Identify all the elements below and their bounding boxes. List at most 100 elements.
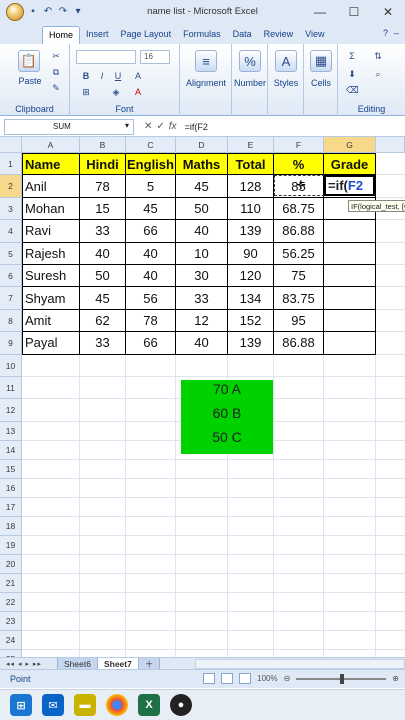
copy-icon[interactable]: ⧉ xyxy=(50,66,62,78)
table-cell[interactable]: Anil xyxy=(22,175,80,198)
row-header-10[interactable]: 10 xyxy=(0,354,22,377)
table-cell[interactable]: 95 xyxy=(274,309,324,333)
format-painter-icon[interactable]: ✎ xyxy=(50,82,62,94)
folder-icon[interactable]: ▬ xyxy=(74,694,96,716)
number-button-label[interactable]: Number xyxy=(232,78,268,88)
table-cell[interactable]: 33 xyxy=(80,220,126,243)
row-header-21[interactable]: 21 xyxy=(0,573,22,593)
column-header-d[interactable]: D xyxy=(176,137,228,153)
row-header-19[interactable]: 19 xyxy=(0,535,22,555)
start-icon[interactable]: ⊞ xyxy=(10,694,32,716)
table-cell[interactable] xyxy=(324,242,376,265)
customize-qat-icon[interactable]: ▾ xyxy=(72,6,84,18)
insert-function-button[interactable]: fx xyxy=(169,121,177,132)
row-header-13[interactable]: 13 xyxy=(0,421,22,441)
table-header-cell[interactable]: Hindi xyxy=(80,153,126,176)
table-cell[interactable]: 40 xyxy=(176,332,228,355)
paste-icon[interactable]: 📋 xyxy=(18,50,40,72)
styles-button-label[interactable]: Styles xyxy=(268,78,304,88)
borders-icon[interactable]: ⊞ xyxy=(80,86,92,98)
table-cell[interactable] xyxy=(324,332,376,355)
office-button[interactable] xyxy=(6,3,24,21)
table-cell[interactable]: 45 xyxy=(126,197,176,221)
row-header-1[interactable]: 1 xyxy=(0,153,22,176)
help-icon[interactable]: ? xyxy=(383,28,388,38)
tab-data[interactable]: Data xyxy=(227,26,258,44)
table-cell[interactable]: 40 xyxy=(126,242,176,265)
table-cell[interactable]: 12 xyxy=(176,309,228,333)
cells-icon[interactable]: ▦ xyxy=(310,50,332,72)
page-layout-view-button[interactable] xyxy=(221,673,234,684)
table-cell[interactable] xyxy=(324,287,376,310)
table-cell[interactable]: 45 xyxy=(176,175,228,198)
row-header-8[interactable]: 8 xyxy=(0,309,22,333)
recorder-icon[interactable]: ● xyxy=(170,694,192,716)
undo-icon[interactable]: ↶ xyxy=(42,6,54,18)
table-cell[interactable]: Payal xyxy=(22,332,80,355)
paste-button-label[interactable]: Paste xyxy=(10,76,50,86)
column-header-e[interactable]: E xyxy=(228,137,274,153)
table-cell[interactable] xyxy=(324,265,376,288)
select-all-corner[interactable] xyxy=(0,137,22,153)
zoom-in-icon[interactable]: ⊕ xyxy=(392,674,399,683)
underline-button[interactable]: U xyxy=(112,70,124,82)
fill-color-icon[interactable]: ◈ xyxy=(110,86,122,98)
tab-home[interactable]: Home xyxy=(42,26,81,44)
table-header-cell[interactable]: Name xyxy=(22,153,80,176)
table-cell[interactable]: 66 xyxy=(126,332,176,355)
column-header-b[interactable]: B xyxy=(80,137,126,153)
number-format-icon[interactable]: % xyxy=(239,50,261,72)
name-box[interactable]: SUM ▾ xyxy=(4,118,134,135)
font-color-icon[interactable]: A xyxy=(132,86,144,98)
table-cell[interactable]: 40 xyxy=(80,242,126,265)
table-cell[interactable]: 33 xyxy=(80,332,126,355)
column-header-c[interactable]: C xyxy=(126,137,176,153)
row-header-24[interactable]: 24 xyxy=(0,630,22,650)
table-cell[interactable]: 5 xyxy=(126,175,176,198)
insert-sheet-icon[interactable]: ＋ xyxy=(137,657,161,670)
mail-icon[interactable]: ✉ xyxy=(42,694,64,716)
sheet-tab-sheet6[interactable]: Sheet6 xyxy=(57,657,98,670)
row-header-25[interactable]: 25 xyxy=(0,649,22,657)
tab-formulas[interactable]: Formulas xyxy=(177,26,227,44)
page-break-view-button[interactable] xyxy=(239,673,252,684)
table-cell[interactable]: 40 xyxy=(126,265,176,288)
zoom-level[interactable]: 100% xyxy=(257,674,277,683)
ribbon-minimize-icon[interactable]: – xyxy=(394,28,399,38)
worksheet-grid[interactable]: A B C D E F G 1 2 3 4 5 6 7 8 9 10 11 12 13 14 15 16 17 18 19 20 21… xyxy=(0,137,405,657)
table-cell[interactable]: 68.75 xyxy=(274,197,324,221)
table-header-cell[interactable]: Total xyxy=(228,153,274,176)
alignment-button-label[interactable]: Alignment xyxy=(180,78,232,88)
row-header-23[interactable]: 23 xyxy=(0,611,22,631)
table-cell[interactable]: 10 xyxy=(176,242,228,265)
grow-font-icon[interactable]: A xyxy=(132,70,144,82)
horizontal-scrollbar[interactable] xyxy=(195,659,405,669)
sheet-navigation-arrows[interactable]: ◂◂ ◂ ▸ ▸▸ xyxy=(0,660,58,668)
chrome-icon[interactable] xyxy=(106,694,128,716)
table-cell[interactable]: 83.75 xyxy=(274,287,324,310)
sort-filter-icon[interactable]: ⇅ xyxy=(372,50,384,62)
table-cell[interactable]: 30 xyxy=(176,265,228,288)
normal-view-button[interactable] xyxy=(203,673,216,684)
row-header-3[interactable]: 3 xyxy=(0,197,22,221)
table-cell[interactable]: 33 xyxy=(176,287,228,310)
save-icon[interactable]: ▪ xyxy=(27,6,39,18)
name-box-dropdown-icon[interactable]: ▾ xyxy=(125,121,129,130)
maximize-button[interactable]: ☐ xyxy=(337,0,371,24)
row-header-17[interactable]: 17 xyxy=(0,497,22,517)
alignment-icon[interactable]: ≡ xyxy=(195,50,217,72)
row-header-4[interactable]: 4 xyxy=(0,220,22,243)
table-cell[interactable]: Mohan xyxy=(22,197,80,221)
cancel-formula-button[interactable]: ✕ xyxy=(144,121,152,132)
table-cell[interactable]: 120 xyxy=(228,265,274,288)
table-cell[interactable]: 40 xyxy=(176,220,228,243)
row-header-20[interactable]: 20 xyxy=(0,554,22,574)
table-header-cell[interactable]: Grade xyxy=(324,153,376,176)
table-cell[interactable]: 50 xyxy=(80,265,126,288)
table-cell[interactable]: 139 xyxy=(228,220,274,243)
table-cell[interactable]: 86.88 xyxy=(274,332,324,355)
column-header-a[interactable]: A xyxy=(22,137,80,153)
active-cell-editor[interactable]: =if(F2 xyxy=(324,175,375,197)
table-cell[interactable]: Rajesh xyxy=(22,242,80,265)
table-cell[interactable]: 45 xyxy=(80,287,126,310)
